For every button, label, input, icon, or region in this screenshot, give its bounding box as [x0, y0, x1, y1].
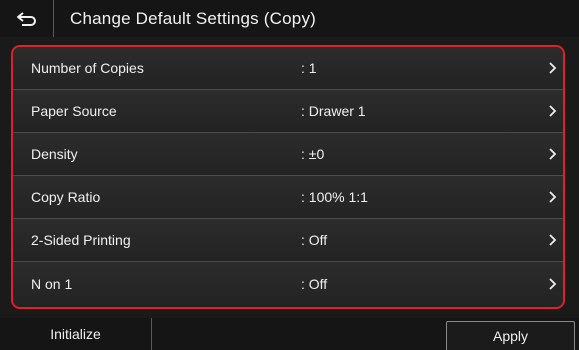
setting-row-paper-source[interactable]: Paper Source : Drawer 1	[13, 90, 563, 133]
chevron-right-icon	[549, 234, 557, 246]
setting-label: Paper Source	[31, 103, 117, 119]
setting-row-density[interactable]: Density : ±0	[13, 133, 563, 176]
back-arrow-icon	[16, 11, 36, 26]
chevron-right-icon	[549, 191, 557, 203]
copy-settings-screen: Change Default Settings (Copy) Number of…	[0, 0, 579, 350]
bottom-bar: Initialize Apply	[0, 318, 579, 350]
setting-value: : Off	[301, 276, 328, 292]
setting-row-copy-ratio[interactable]: Copy Ratio : 100% 1:1	[13, 176, 563, 219]
chevron-right-icon	[549, 148, 557, 160]
chevron-right-icon	[549, 105, 557, 117]
setting-value: : Drawer 1	[301, 103, 366, 119]
setting-value: : Off	[301, 232, 328, 248]
page-title: Change Default Settings (Copy)	[70, 8, 317, 28]
initialize-button[interactable]: Initialize	[0, 318, 152, 350]
chevron-right-icon	[549, 62, 557, 74]
setting-row-n-on-1[interactable]: N on 1 : Off	[13, 262, 563, 306]
setting-label: 2-Sided Printing	[31, 232, 131, 248]
setting-label: Copy Ratio	[31, 189, 101, 205]
chevron-right-icon	[549, 278, 557, 290]
apply-button[interactable]: Apply	[446, 321, 575, 350]
setting-value: : 100% 1:1	[301, 189, 368, 205]
back-button[interactable]	[0, 0, 54, 37]
setting-label: Number of Copies	[31, 60, 144, 76]
setting-label: N on 1	[31, 276, 73, 292]
setting-row-number-of-copies[interactable]: Number of Copies : 1	[13, 47, 563, 90]
setting-value: : ±0	[301, 146, 325, 162]
setting-row-2-sided-printing[interactable]: 2-Sided Printing : Off	[13, 219, 563, 262]
setting-label: Density	[31, 146, 78, 162]
setting-value: : 1	[301, 60, 317, 76]
settings-list: Number of Copies : 1 Paper Source : Draw…	[11, 45, 565, 309]
title-bar: Change Default Settings (Copy)	[0, 0, 579, 37]
